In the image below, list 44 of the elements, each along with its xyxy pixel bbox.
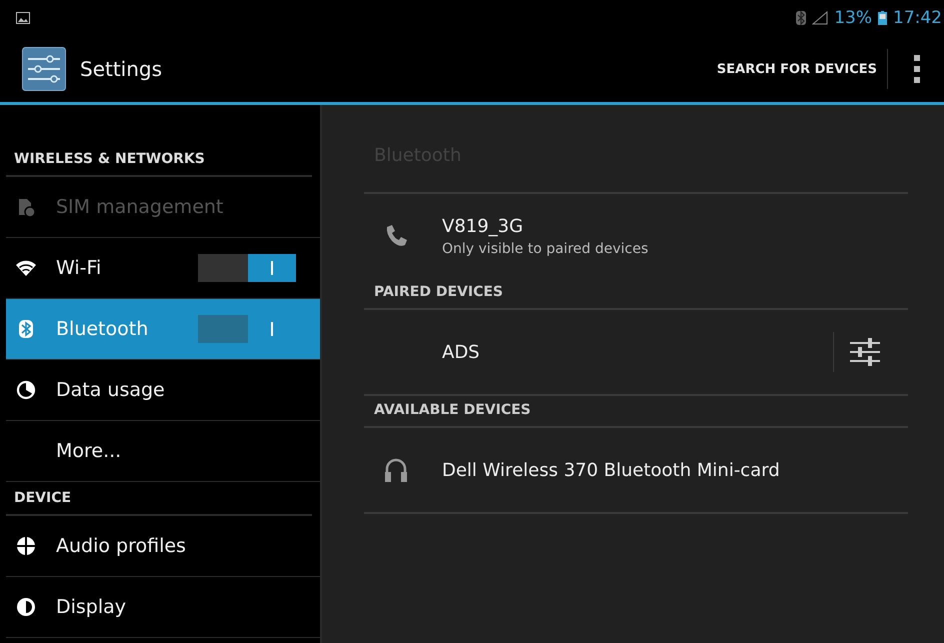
audio-profiles-icon <box>16 536 36 556</box>
toggle-switch[interactable] <box>198 315 296 343</box>
search-devices-button[interactable]: SEARCH FOR DEVICES <box>706 62 887 76</box>
item-label: Audio profiles <box>56 535 186 557</box>
overflow-icon <box>914 55 920 83</box>
app-title: Settings <box>80 57 162 81</box>
section-header: AVAILABLE DEVICES <box>373 401 532 420</box>
battery-icon <box>878 11 887 25</box>
settings-item[interactable]: Data usage <box>6 360 320 421</box>
item-label: More... <box>56 440 122 462</box>
item-label: Wi-Fi <box>56 257 102 279</box>
battery-percent: 13% <box>834 8 872 28</box>
sim-card-icon <box>16 197 36 217</box>
toggle-switch[interactable] <box>198 254 296 282</box>
pie-chart-icon <box>16 380 36 400</box>
settings-item[interactable]: Wi-Fi <box>6 238 320 299</box>
section-header: WIRELESS & NETWORKS <box>6 143 312 177</box>
sliders-icon <box>850 338 880 366</box>
device-item[interactable]: Dell Wireless 370 Bluetooth Mini-card <box>364 428 908 512</box>
bluetooth-icon <box>16 319 36 339</box>
settings-app-icon <box>22 47 66 91</box>
visibility-status: Only visible to paired devices <box>442 240 648 256</box>
settings-item[interactable]: Audio profiles <box>6 516 320 577</box>
settings-item[interactable]: Display <box>6 577 320 638</box>
image-icon <box>16 12 30 24</box>
item-label: SIM management <box>56 196 224 218</box>
clock-time: 17:42 <box>893 8 942 28</box>
wifi-icon <box>16 258 36 278</box>
bluetooth-icon <box>796 11 806 25</box>
device-name: ADS <box>442 342 480 362</box>
settings-item[interactable]: Bluetooth <box>6 299 320 360</box>
item-label: Display <box>56 596 126 618</box>
section-header: DEVICE <box>6 482 312 516</box>
section-header: PAIRED DEVICES <box>373 283 504 302</box>
device-item[interactable]: ADS <box>364 310 908 394</box>
device-name: V819_3G <box>442 216 524 236</box>
brightness-icon <box>16 597 36 617</box>
headphones-icon <box>384 457 408 483</box>
signal-icon <box>812 11 828 25</box>
item-label: Data usage <box>56 379 165 401</box>
settings-item[interactable]: More... <box>6 421 320 482</box>
device-name: Dell Wireless 370 Bluetooth Mini-card <box>442 460 780 480</box>
item-label: Bluetooth <box>56 318 148 340</box>
phone-icon <box>384 224 408 248</box>
